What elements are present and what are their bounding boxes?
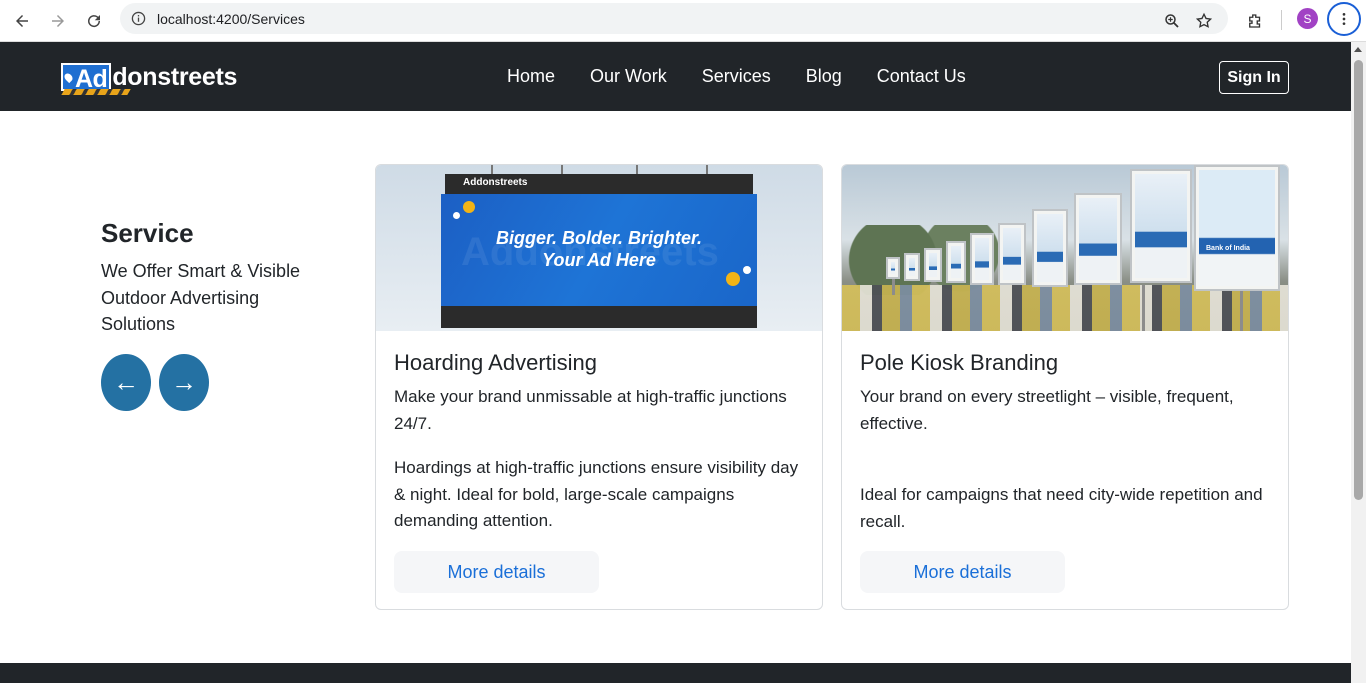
section-title: Service — [101, 218, 194, 248]
zoom-icon[interactable] — [1157, 6, 1187, 36]
nav-home[interactable]: Home — [507, 66, 555, 87]
kiosk-ad-panel: Bank of India — [1194, 165, 1280, 291]
scrollbar-thumb[interactable] — [1354, 60, 1363, 500]
carousel-prev-button[interactable]: ← — [101, 354, 151, 411]
site-navbar: Ad donstreets Home Our Work Services Blo… — [0, 42, 1351, 111]
more-vert-icon[interactable] — [1327, 2, 1361, 36]
billboard-line-1: Bigger. Bolder. Brighter. — [495, 228, 703, 248]
service-card-hoarding: Addonstreets Addonstreets Bigger. Bolder… — [375, 164, 823, 610]
logo-ad-box: Ad — [61, 63, 112, 93]
address-bar[interactable]: localhost:4200/Services — [120, 3, 1228, 34]
billboard-line-2: Your Ad Here — [542, 250, 656, 270]
card-lead: Make your brand unmissable at high-traff… — [394, 387, 787, 433]
location-pin-icon — [62, 71, 75, 84]
browser-toolbar: localhost:4200/Services S — [0, 0, 1366, 42]
back-arrow-icon[interactable] — [7, 6, 37, 36]
forward-arrow-icon[interactable] — [43, 6, 73, 36]
extensions-icon[interactable] — [1240, 6, 1270, 36]
toolbar-divider — [1281, 10, 1282, 30]
hoarding-billboard-image: Addonstreets Addonstreets Bigger. Bolder… — [376, 165, 822, 331]
card-title: Pole Kiosk Branding — [860, 350, 1059, 375]
page-scrollbar[interactable] — [1351, 42, 1366, 683]
nav-contact-us[interactable]: Contact Us — [877, 66, 966, 87]
card-detail: Hoardings at high-traffic junctions ensu… — [394, 458, 799, 530]
sign-in-button[interactable]: Sign In — [1219, 61, 1289, 94]
nav-blog[interactable]: Blog — [806, 66, 842, 87]
card-lead: Your brand on every streetlight – visibl… — [860, 387, 1234, 433]
pole-kiosk-street-image: Bank of India — [842, 165, 1288, 331]
road-stripe-icon — [61, 89, 131, 95]
section-subtitle: We Offer Smart & Visible Outdoor Adverti… — [101, 261, 301, 334]
service-card-pole-kiosk: Bank of India Pole Kiosk Branding Your b… — [841, 164, 1289, 610]
site-info-icon[interactable] — [130, 11, 146, 27]
kiosk-brand: Bank of India — [1206, 245, 1250, 252]
card-title: Hoarding Advertising — [394, 350, 598, 375]
bookmark-star-icon[interactable] — [1189, 6, 1219, 36]
main-menu: Home Our Work Services Blog Contact Us — [507, 42, 1001, 111]
nav-services[interactable]: Services — [702, 66, 771, 87]
billboard-brand: Addonstreets — [463, 177, 528, 188]
card-detail: Ideal for campaigns that need city-wide … — [860, 485, 1263, 531]
footer-strip — [0, 663, 1351, 683]
more-details-button[interactable]: More details — [860, 551, 1065, 593]
logo-text: donstreets — [112, 62, 238, 91]
url-text[interactable]: localhost:4200/Services — [157, 11, 305, 27]
more-details-button[interactable]: More details — [394, 551, 599, 593]
site-logo[interactable]: Ad donstreets — [61, 56, 237, 98]
profile-avatar[interactable]: S — [1297, 8, 1318, 29]
scroll-up-icon[interactable] — [1354, 47, 1362, 52]
nav-our-work[interactable]: Our Work — [590, 66, 667, 87]
carousel-next-button[interactable]: → — [159, 354, 209, 411]
reload-icon[interactable] — [79, 6, 109, 36]
